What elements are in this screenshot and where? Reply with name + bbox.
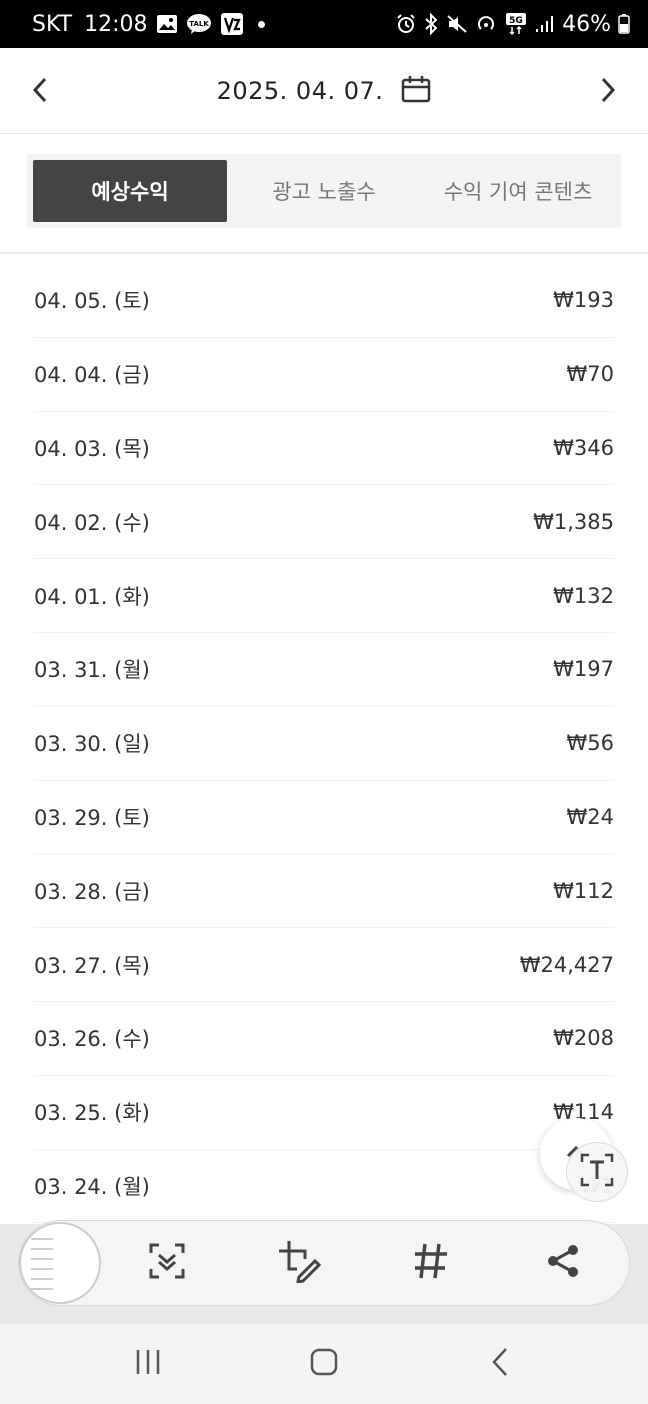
row-date: 04. 05. (토): [34, 289, 150, 314]
row-amount: ₩24,427: [519, 952, 614, 977]
svg-text:5G: 5G: [509, 16, 523, 26]
tab-ad-impressions[interactable]: 광고 노출수: [227, 160, 421, 222]
app-badge-icon: [220, 12, 244, 36]
tab-contributing-content[interactable]: 수익 기여 콘텐츠: [421, 160, 615, 222]
row-amount: ₩112: [553, 878, 614, 903]
carrier-label: SKT: [32, 11, 73, 37]
clock: 12:08: [84, 11, 148, 37]
text-recognition-button[interactable]: [566, 1142, 628, 1202]
back-button[interactable]: [470, 1334, 530, 1394]
svg-text:TALK: TALK: [189, 20, 209, 28]
list-item[interactable]: 03. 28. (금) ₩112: [34, 854, 614, 929]
row-amount: ₩24: [566, 804, 615, 829]
share-icon: [545, 1243, 581, 1283]
row-date: 03. 24. (월): [34, 1174, 150, 1199]
row-date: 03. 31. (월): [34, 658, 150, 683]
date-header: 2025. 04. 07.: [0, 48, 648, 134]
battery-level: 46%: [562, 11, 611, 37]
list-item[interactable]: 03. 31. (월) ₩197: [34, 633, 614, 707]
list-item[interactable]: 03. 25. (화) ₩114: [34, 1076, 614, 1150]
chevron-left-icon[interactable]: [20, 70, 60, 110]
row-date: 04. 02. (수): [34, 510, 150, 535]
status-bar: SKT 12:08 TALK 5G 46%: [0, 0, 648, 48]
date-selector[interactable]: 2025. 04. 07.: [217, 75, 432, 107]
row-date: 03. 30. (일): [34, 732, 150, 757]
row-amount: ₩208: [553, 1026, 614, 1051]
list-item[interactable]: 04. 01. (화) ₩132: [34, 559, 614, 633]
row-amount: ₩193: [553, 288, 614, 313]
notification-dot: [257, 20, 265, 28]
tab-bar: 예상수익 광고 노출수 수익 기여 콘텐츠: [27, 154, 621, 228]
row-amount: ₩1,385: [533, 509, 614, 534]
mute-icon: [446, 14, 468, 34]
home-button[interactable]: [294, 1334, 354, 1394]
list-item[interactable]: 04. 05. (토) ₩193: [34, 264, 614, 338]
kakaotalk-icon: TALK: [186, 13, 212, 35]
list-item[interactable]: 04. 03. (목) ₩346: [34, 412, 614, 486]
list-item[interactable]: 03. 29. (토) ₩24: [34, 781, 614, 855]
edit-capture-button[interactable]: [233, 1220, 365, 1306]
current-date: 2025. 04. 07.: [216, 76, 384, 105]
row-date: 04. 01. (화): [34, 584, 150, 609]
row-date: 03. 26. (수): [34, 1027, 150, 1052]
list-item[interactable]: 04. 02. (수) ₩1,385: [34, 485, 614, 560]
row-date: 04. 03. (목): [34, 436, 150, 461]
row-date: 03. 28. (금): [34, 879, 150, 904]
list-item[interactable]: 03. 26. (수) ₩208: [34, 1002, 614, 1076]
home-icon: [310, 1348, 338, 1380]
signal-icon: [535, 15, 555, 33]
tab-expected-revenue[interactable]: 예상수익: [33, 160, 227, 222]
row-date: 03. 29. (토): [34, 805, 150, 830]
calendar-icon[interactable]: [401, 75, 431, 107]
list-item[interactable]: 03. 30. (일) ₩56: [34, 707, 614, 781]
scroll-capture-button[interactable]: [101, 1220, 233, 1306]
hashtag-icon: [413, 1242, 449, 1284]
tag-button[interactable]: [365, 1220, 497, 1306]
row-amount: ₩56: [566, 731, 615, 756]
recent-apps-button[interactable]: [118, 1334, 178, 1394]
screenshot-toolbar: [18, 1220, 630, 1306]
list-item[interactable]: 04. 04. (금) ₩70: [34, 338, 614, 412]
row-amount: ₩346: [553, 435, 614, 460]
text-recognition-icon: [579, 1152, 615, 1192]
scroll-capture-icon: [147, 1241, 187, 1285]
back-icon: [490, 1347, 510, 1381]
bluetooth-icon: [423, 13, 439, 35]
alarm-icon: [396, 14, 416, 34]
row-date: 03. 27. (목): [34, 953, 150, 978]
row-amount: ₩132: [553, 583, 614, 608]
hotspot-icon: [475, 13, 497, 35]
share-button[interactable]: [497, 1220, 629, 1306]
row-date: 03. 25. (화): [34, 1101, 150, 1126]
row-amount: ₩197: [553, 657, 614, 682]
chevron-right-icon[interactable]: [588, 70, 628, 110]
tabs-area: 예상수익 광고 노출수 수익 기여 콘텐츠: [0, 134, 648, 254]
recent-apps-icon: [134, 1348, 162, 1380]
list-item[interactable]: 03. 24. (월)₩1: [34, 1150, 614, 1224]
row-amount: ₩70: [566, 362, 615, 387]
system-navigation-bar: [0, 1324, 648, 1404]
battery-icon: [618, 14, 630, 34]
network-5g-icon: 5G: [504, 12, 528, 36]
crop-edit-icon: [277, 1239, 322, 1287]
row-date: 04. 04. (금): [34, 363, 150, 388]
gallery-icon: [156, 14, 178, 34]
revenue-list: 04. 05. (토) ₩193 04. 04. (금) ₩70 04. 03. (…: [34, 264, 614, 1224]
screenshot-thumbnail[interactable]: [19, 1222, 101, 1304]
list-item[interactable]: 03. 27. (목) ₩24,427: [34, 928, 614, 1002]
